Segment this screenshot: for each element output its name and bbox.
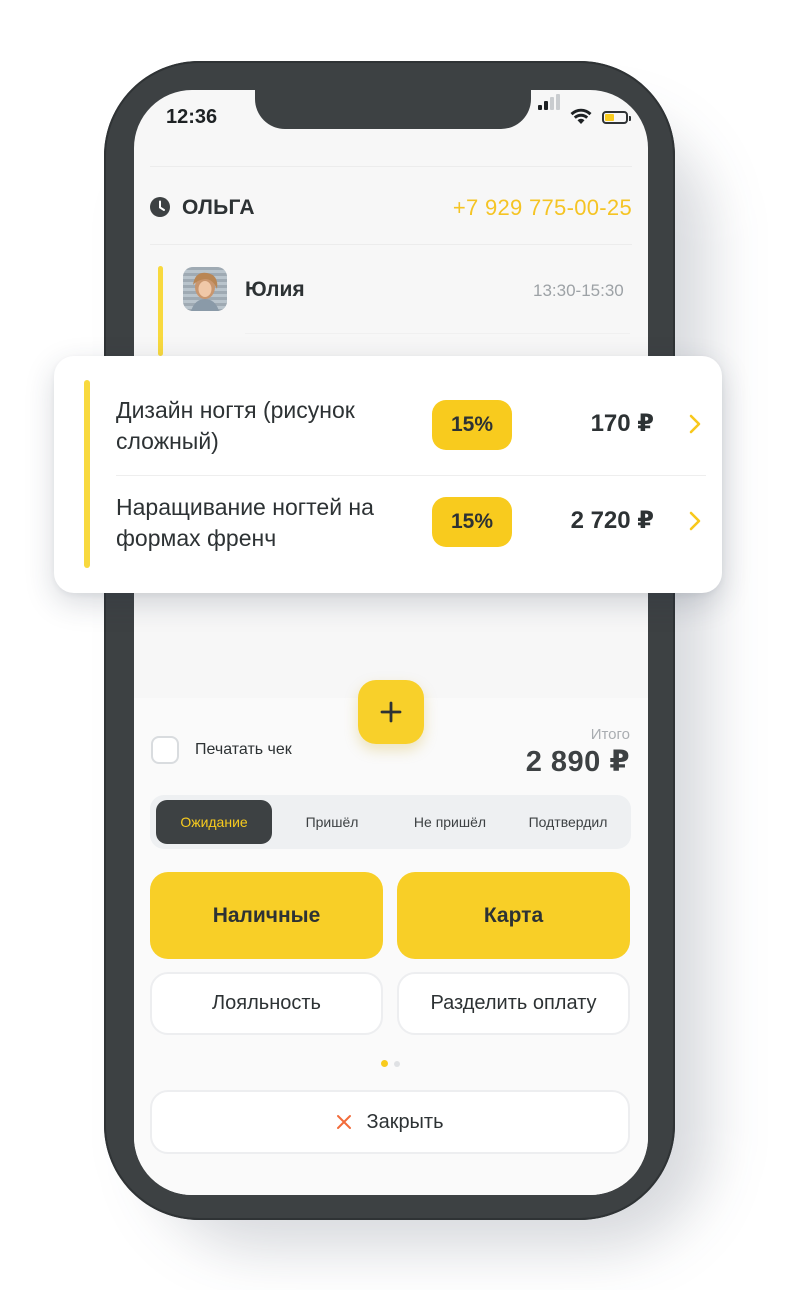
card-button[interactable]: Карта [397, 872, 630, 959]
service-row[interactable]: Наращивание ногтей на формах френч 15% 2… [116, 492, 706, 572]
discount-badge: 15% [432, 497, 512, 547]
client-name: ОЛЬГА [182, 196, 255, 219]
loyalty-button[interactable]: Лояльность [150, 972, 383, 1035]
status-tab-waiting[interactable]: Ожидание [156, 800, 272, 844]
divider [150, 244, 632, 245]
service-price: 170 ₽ [590, 410, 654, 437]
services-card: Дизайн ногтя (рисунок сложный) 15% 170 ₽… [54, 356, 722, 593]
client-row: ОЛЬГА +7 929 775-00-25 [150, 195, 632, 223]
total-value: 2 890 ₽ [525, 746, 630, 778]
clock-icon [150, 197, 170, 217]
service-name: Дизайн ногтя (рисунок сложный) [116, 397, 355, 454]
avatar [183, 267, 227, 311]
service-name: Наращивание ногтей на формах френч [116, 494, 374, 551]
wifi-icon [570, 108, 592, 124]
chevron-right-icon[interactable] [688, 413, 702, 435]
appointment-time: 13:30-15:30 [533, 281, 624, 300]
add-service-button[interactable] [358, 680, 424, 744]
divider [245, 333, 630, 334]
plus-icon [380, 701, 402, 723]
close-button[interactable]: Закрыть [150, 1090, 630, 1154]
page-dot-active [381, 1060, 388, 1067]
print-receipt-label: Печатать чек [195, 741, 292, 758]
cash-button[interactable]: Наличные [150, 872, 383, 959]
status-time: 12:36 [166, 106, 218, 128]
service-price: 2 720 ₽ [570, 507, 654, 534]
services-bar [84, 380, 90, 568]
service-row[interactable]: Дизайн ногтя (рисунок сложный) 15% 170 ₽ [116, 395, 706, 475]
divider [150, 166, 632, 167]
page-dot [394, 1061, 400, 1067]
print-receipt-checkbox[interactable] [151, 736, 179, 764]
chevron-right-icon[interactable] [688, 510, 702, 532]
status-segmented-control: Ожидание Пришёл Не пришёл Подтвердил [150, 795, 631, 849]
appointment-bar [158, 266, 163, 356]
total-label: Итого [590, 726, 630, 743]
divider [116, 475, 706, 476]
split-payment-button[interactable]: Разделить оплату [397, 972, 630, 1035]
master-name: Юлия [245, 278, 305, 301]
notch [255, 88, 531, 129]
status-tab-not-arrived[interactable]: Не пришёл [392, 800, 508, 844]
close-label: Закрыть [366, 1110, 444, 1133]
discount-badge: 15% [432, 400, 512, 450]
close-icon [337, 1115, 352, 1129]
status-icons [538, 94, 638, 128]
battery-icon [602, 111, 631, 124]
client-phone[interactable]: +7 929 775-00-25 [453, 195, 632, 221]
status-tab-arrived[interactable]: Пришёл [274, 800, 390, 844]
status-tab-confirmed[interactable]: Подтвердил [510, 800, 626, 844]
